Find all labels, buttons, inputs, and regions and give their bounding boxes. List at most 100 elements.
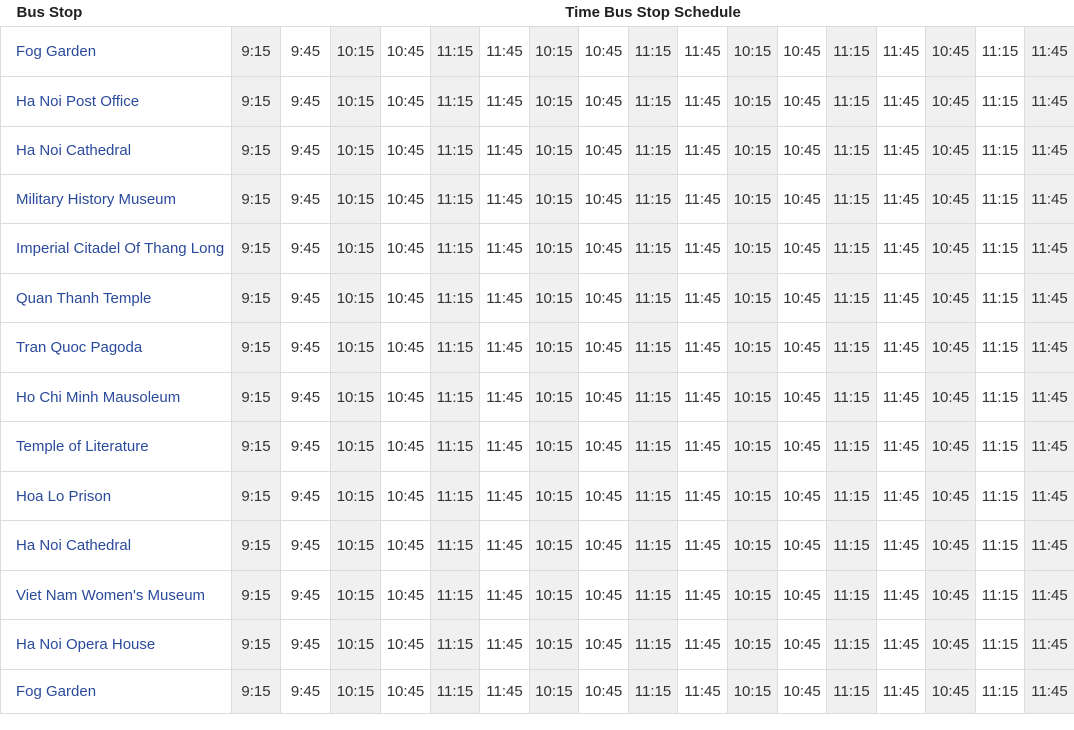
departure-time-cell: 10:45	[777, 126, 827, 175]
bus-stop-link[interactable]: Ha Noi Opera House	[0, 619, 232, 670]
departure-time-cell: 10:15	[330, 471, 381, 521]
departure-time-cell: 11:15	[975, 174, 1025, 224]
departure-time-cell: 11:15	[628, 421, 678, 472]
bus-stop-link[interactable]: Temple of Literature	[0, 421, 232, 472]
departure-time-cell: 11:45	[876, 76, 926, 127]
departure-time-cell: 10:45	[925, 273, 976, 323]
departure-time-cell: 11:45	[876, 273, 926, 323]
departure-time-cell: 11:45	[876, 26, 926, 77]
departure-time-cell: 9:45	[280, 273, 331, 323]
departure-time-cell: 11:15	[826, 273, 877, 323]
departure-time-cell: 11:45	[876, 223, 926, 274]
departure-time-cell: 10:45	[380, 520, 431, 571]
departure-time-cell: 10:15	[529, 421, 579, 472]
departure-time-cell: 10:15	[529, 126, 579, 175]
departure-time-cell: 11:45	[1023, 76, 1074, 127]
departure-time-cell: 10:15	[330, 273, 381, 323]
departure-time-cell: 11:45	[876, 372, 926, 422]
departure-time-cell: 11:45	[876, 471, 926, 521]
departure-time-cell: 10:45	[925, 669, 976, 714]
bus-stop-link[interactable]: Ho Chi Minh Mausoleum	[0, 372, 232, 422]
departure-time-cell: 11:15	[975, 570, 1025, 620]
departure-time-cell: 11:45	[479, 273, 530, 323]
departure-time-cell: 11:45	[479, 520, 530, 571]
departure-time-cell: 9:45	[280, 126, 331, 175]
departure-time-cell: 11:15	[975, 471, 1025, 521]
bus-stop-link[interactable]: Military History Museum	[0, 174, 232, 224]
departure-time-cell: 11:15	[430, 76, 480, 127]
departure-time-cell: 10:15	[330, 669, 381, 714]
bus-stop-link[interactable]: Quan Thanh Temple	[0, 273, 232, 323]
departure-time-cell: 11:15	[628, 76, 678, 127]
departure-time-cell: 11:15	[826, 126, 877, 175]
departure-time-cell: 11:45	[479, 669, 530, 714]
table-row: Fog Garden 9:15 9:45 10:15 10:45 11:15 11:45 10…	[0, 26, 1074, 77]
departure-time-cell: 11:45	[479, 26, 530, 77]
departure-time-cell: 10:45	[380, 126, 431, 175]
departure-time-cell: 9:15	[231, 273, 281, 323]
departure-time-cell: 10:45	[925, 619, 976, 670]
table-row: Ha Noi Post Office 9:15 9:45 10:15 10:45 11:1…	[0, 76, 1074, 127]
departure-time-cell: 10:15	[727, 520, 778, 571]
departure-time-cell: 10:45	[380, 669, 431, 714]
bus-stop-link[interactable]: Fog Garden	[0, 26, 232, 77]
departure-time-cell: 10:45	[578, 126, 629, 175]
departure-time-cell: 10:45	[578, 273, 629, 323]
departure-time-cell: 11:15	[826, 421, 877, 472]
departure-time-cell: 11:15	[975, 126, 1025, 175]
departure-time-cell: 11:15	[628, 26, 678, 77]
departure-time-cell: 9:45	[280, 26, 331, 77]
departure-time-cell: 11:45	[876, 322, 926, 373]
bus-stop-link[interactable]: Ha Noi Post Office	[0, 76, 232, 127]
departure-time-cell: 11:45	[479, 619, 530, 670]
departure-time-cell: 11:15	[975, 26, 1025, 77]
departure-time-cell: 10:15	[529, 174, 579, 224]
departure-time-cell: 10:15	[330, 570, 381, 620]
departure-time-cell: 11:15	[628, 223, 678, 274]
departure-time-cell: 11:45	[479, 174, 530, 224]
departure-time-cell: 10:45	[578, 223, 629, 274]
departure-time-cell: 11:15	[975, 619, 1025, 670]
departure-time-cell: 10:45	[925, 223, 976, 274]
bus-stop-link[interactable]: Fog Garden	[0, 669, 232, 714]
departure-time-cell: 10:15	[330, 322, 381, 373]
bus-stop-link[interactable]: Ha Noi Cathedral	[0, 520, 232, 571]
departure-time-cell: 11:15	[975, 76, 1025, 127]
departure-time-cell: 10:45	[578, 76, 629, 127]
departure-time-cell: 11:15	[975, 273, 1025, 323]
departure-time-cell: 10:45	[777, 520, 827, 571]
departure-time-cell: 9:15	[231, 26, 281, 77]
departure-time-cell: 11:15	[430, 520, 480, 571]
departure-time-cell: 10:45	[578, 372, 629, 422]
departure-time-cell: 11:45	[876, 570, 926, 620]
departure-time-cell: 10:15	[727, 471, 778, 521]
departure-time-cell: 11:45	[677, 26, 728, 77]
departure-time-cell: 11:45	[1023, 26, 1074, 77]
departure-time-cell: 11:15	[628, 471, 678, 521]
departure-time-cell: 10:15	[330, 372, 381, 422]
departure-time-cell: 11:45	[677, 669, 728, 714]
departure-time-cell: 11:15	[826, 669, 877, 714]
departure-time-cell: 9:15	[231, 126, 281, 175]
departure-time-cell: 9:15	[231, 669, 281, 714]
departure-time-cell: 10:15	[727, 273, 778, 323]
departure-time-cell: 11:45	[479, 372, 530, 422]
departure-time-cell: 11:45	[1023, 570, 1074, 620]
table-row: Quan Thanh Temple 9:15 9:45 10:15 10:45 11:15…	[0, 273, 1074, 323]
bus-stop-link[interactable]: Tran Quoc Pagoda	[0, 322, 232, 373]
departure-time-cell: 10:15	[529, 471, 579, 521]
departure-time-cell: 10:15	[330, 26, 381, 77]
bus-stop-link[interactable]: Imperial Citadel Of Thang Long	[0, 223, 232, 274]
bus-stop-link[interactable]: Viet Nam Women's Museum	[0, 570, 232, 620]
departure-time-cell: 10:15	[529, 322, 579, 373]
departure-time-cell: 10:15	[727, 570, 778, 620]
bus-stop-column-header: Bus Stop	[0, 0, 232, 27]
departure-time-cell: 10:45	[777, 619, 827, 670]
bus-stop-link[interactable]: Hoa Lo Prison	[0, 471, 232, 521]
departure-time-cell: 9:45	[280, 421, 331, 472]
bus-stop-link[interactable]: Ha Noi Cathedral	[0, 126, 232, 175]
table-row: Hoa Lo Prison 9:15 9:45 10:15 10:45 11:15 11:4…	[0, 471, 1074, 521]
departure-time-cell: 11:15	[430, 26, 480, 77]
table-row: Ha Noi Opera House 9:15 9:45 10:15 10:45 11:1…	[0, 619, 1074, 670]
departure-time-cell: 11:45	[677, 126, 728, 175]
